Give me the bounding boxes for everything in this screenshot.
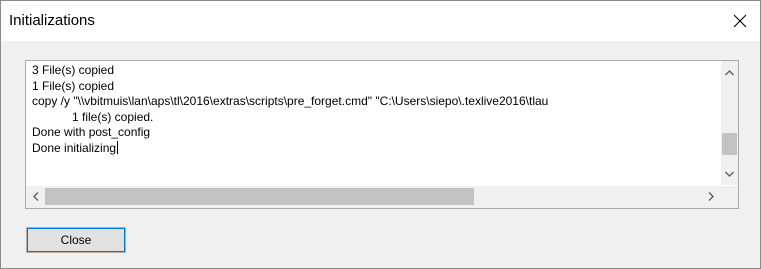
scroll-right-button[interactable]	[702, 188, 719, 205]
chevron-up-icon	[725, 69, 734, 75]
text-caret	[117, 140, 119, 154]
scrollbar-corner	[721, 186, 738, 208]
horizontal-scroll-thumb[interactable]	[45, 188, 474, 205]
log-line-text: Done initializing	[32, 140, 117, 155]
horizontal-scrollbar[interactable]	[26, 186, 721, 208]
log-textarea[interactable]: 3 File(s) copied 1 File(s) copied copy /…	[25, 60, 739, 209]
vertical-scrollbar[interactable]	[721, 61, 738, 185]
chevron-down-icon	[725, 171, 734, 177]
close-button[interactable]: Close	[26, 227, 126, 253]
log-line: copy /y "\\vbitmuis\lan\aps\tl\2016\extr…	[32, 94, 549, 109]
log-line-last: Done initializing	[32, 140, 712, 157]
log-line: 1 File(s) copied	[32, 78, 115, 93]
scroll-down-button[interactable]	[721, 165, 738, 182]
vertical-scroll-thumb[interactable]	[722, 133, 737, 155]
chevron-left-icon	[32, 192, 38, 201]
scroll-left-button[interactable]	[27, 188, 44, 205]
chevron-right-icon	[708, 192, 714, 201]
scroll-up-button[interactable]	[721, 64, 738, 81]
log-text: 3 File(s) copied 1 File(s) copied copy /…	[32, 63, 712, 183]
window-close-button[interactable]	[720, 1, 760, 41]
log-line: 1 file(s) copied.	[72, 109, 154, 124]
initializations-dialog: Initializations 3 File(s) copied 1 File(…	[0, 0, 761, 269]
log-line: Done with post_config	[32, 125, 151, 140]
log-line: 3 File(s) copied	[32, 63, 115, 77]
window-title: Initializations	[9, 12, 95, 29]
title-bar: Initializations	[1, 1, 760, 41]
close-x-icon	[733, 14, 747, 28]
